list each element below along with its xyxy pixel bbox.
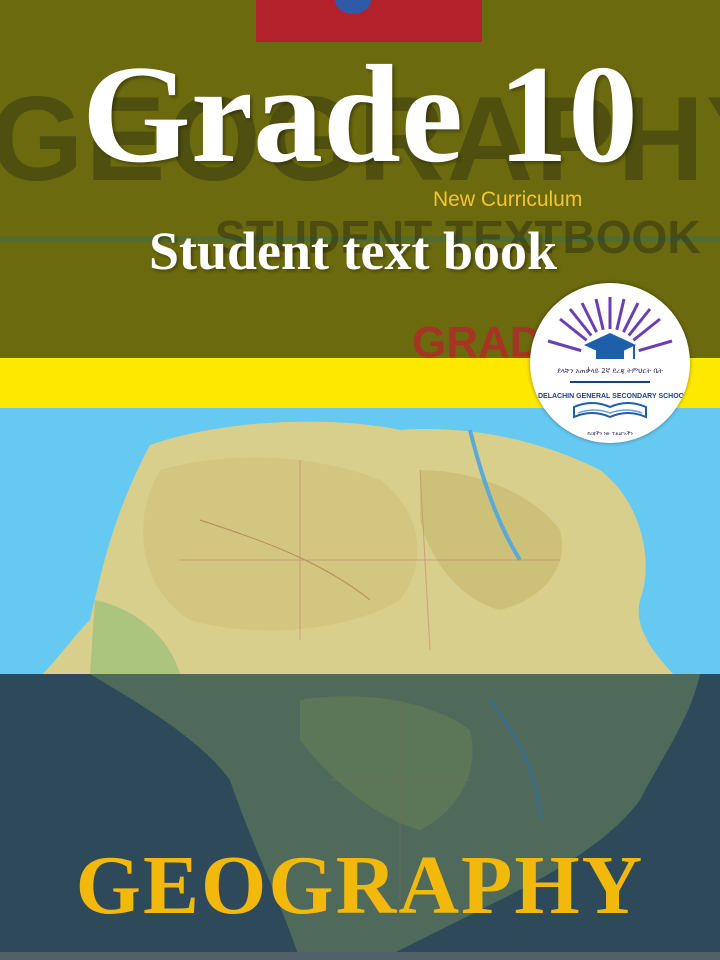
curriculum-badge: New Curriculum (433, 188, 583, 211)
cover-title: Grade 10 (81, 37, 639, 192)
school-logo: ደላቸን አጠቃላይ 2ኛ ደረጃ ትምህርት ቤት DELACHIN GENE… (530, 283, 690, 443)
subject-title: GEOGRAPHY (75, 839, 645, 932)
graduation-cap-and-open-book-icon (547, 297, 673, 419)
africa-map-icon (42, 421, 674, 674)
school-name-english: DELACHIN GENERAL SECONDARY SCHOOL (538, 393, 689, 400)
bottom-bar (0, 952, 720, 960)
cover-subtitle: Student text book (148, 221, 558, 281)
school-motto: ደረጃችን ነው ተልዕኮአችን (587, 431, 633, 437)
school-name-amharic: ደላቸን አጠቃላይ 2ኛ ደረጃ ትምህርት ቤት (557, 367, 663, 375)
map-top-panel (0, 408, 720, 674)
